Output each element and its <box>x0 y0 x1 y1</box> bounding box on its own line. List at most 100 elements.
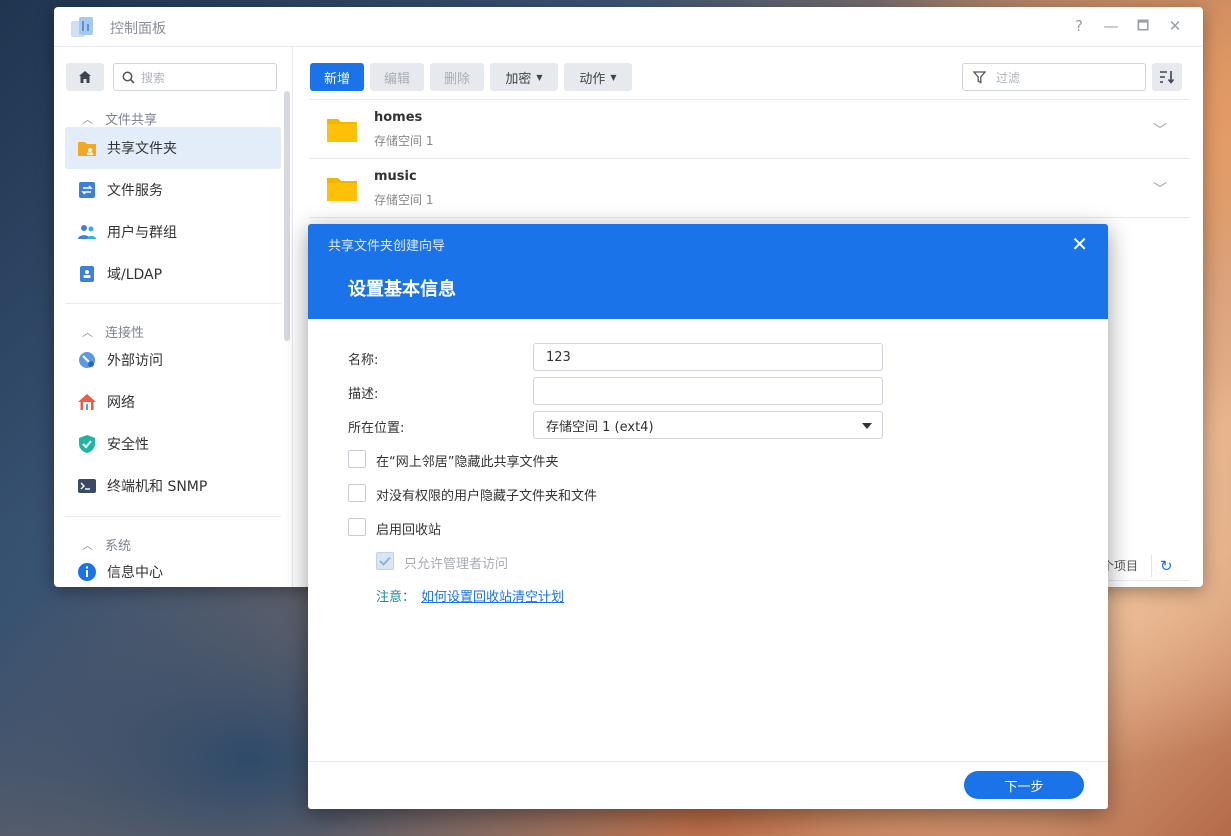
sidebar-item-label: 安全性 <box>107 437 149 453</box>
sort-button[interactable] <box>1152 63 1182 91</box>
chevron-down-icon[interactable]: ﹀ <box>1153 179 1167 199</box>
admin-only-label: 只允许管理者访问 <box>404 557 509 572</box>
location-value: 存储空间 1 (ext4) <box>546 419 654 435</box>
edit-button[interactable]: 编辑 <box>370 63 424 91</box>
recycle-note: 注意： 如何设置回收站清空计划 <box>376 586 564 605</box>
refresh-icon[interactable]: ↻ <box>1160 557 1173 575</box>
help-icon[interactable]: ? <box>1069 17 1089 35</box>
info-icon <box>78 563 96 581</box>
sidebar-item-users-groups[interactable]: 用户与群组 <box>65 211 281 253</box>
recycle-schedule-help-link[interactable]: 如何设置回收站清空计划 <box>421 590 564 605</box>
encrypt-dropdown-button[interactable]: 加密 ▼ <box>490 63 558 91</box>
shared-folder-wizard-dialog: 共享文件夹创建向导 ✕ 设置基本信息 名称: 123 描述: 所在位置: 存储空… <box>308 224 1108 809</box>
section-title: 文件共享 <box>105 113 158 128</box>
network-house-icon <box>78 394 96 410</box>
delete-button[interactable]: 删除 <box>430 63 484 91</box>
folder-location: 存储空间 1 <box>374 193 434 207</box>
sidebar-item-file-services[interactable]: 文件服务 <box>65 169 281 211</box>
sidebar-item-domain-ldap[interactable]: 域/LDAP <box>65 253 281 295</box>
name-field[interactable]: 123 <box>533 343 883 371</box>
encrypt-label: 加密 <box>505 71 532 87</box>
folder-location: 存储空间 1 <box>374 134 434 148</box>
description-label: 描述: <box>348 387 379 402</box>
action-dropdown-button[interactable]: 动作 ▼ <box>564 63 632 91</box>
folder-row[interactable]: music 存储空间 1 ﹀ <box>309 159 1189 217</box>
shared-folder-icon <box>78 142 96 156</box>
home-button[interactable] <box>66 63 104 91</box>
divider <box>65 516 281 517</box>
sidebar: 搜索 ︿ 文件共享 共享文件夹 文件服务 用户与群组 域/LDAP ︿ 连接性 … <box>54 47 293 587</box>
hide-network-checkbox[interactable] <box>348 450 366 468</box>
external-access-icon <box>79 352 95 368</box>
sidebar-item-label: 域/LDAP <box>107 267 163 283</box>
close-icon[interactable]: ✕ <box>1165 17 1185 35</box>
title-bar: 控制面板 ? — 🗖 ✕ <box>54 7 1203 47</box>
terminal-icon <box>78 479 96 493</box>
hide-subfolders-checkbox[interactable] <box>348 484 366 502</box>
enable-recycle-bin-checkbox[interactable] <box>348 518 366 536</box>
wizard-title: 共享文件夹创建向导 <box>328 239 446 254</box>
hide-network-label: 在“网上邻居”隐藏此共享文件夹 <box>376 455 559 470</box>
wizard-header: 共享文件夹创建向导 ✕ 设置基本信息 <box>308 224 1108 319</box>
sidebar-item-external-access[interactable]: 外部访问 <box>65 339 281 381</box>
users-groups-icon <box>78 225 96 239</box>
domain-ldap-icon <box>80 266 94 282</box>
sidebar-item-label: 用户与群组 <box>107 225 177 241</box>
security-shield-icon <box>79 435 95 453</box>
caret-down-icon: ▼ <box>536 72 543 82</box>
folder-name: music <box>374 169 417 184</box>
wizard-step-title: 设置基本信息 <box>348 279 456 300</box>
filter-placeholder: 过滤 <box>996 70 1021 85</box>
chevron-down-icon[interactable]: ﹀ <box>1153 120 1167 140</box>
filter-funnel-icon <box>973 70 986 84</box>
filter-input[interactable]: 过滤 <box>962 63 1146 91</box>
checkmark-icon <box>379 556 391 566</box>
wizard-footer-divider <box>308 761 1108 762</box>
section-header-file-sharing[interactable]: ︿ 文件共享 <box>82 109 158 129</box>
control-panel-app-icon <box>71 17 93 37</box>
search-icon <box>122 71 135 84</box>
sidebar-item-info-center[interactable]: 信息中心 <box>65 551 281 587</box>
hide-subfolders-label: 对没有权限的用户隐藏子文件夹和文件 <box>376 489 598 504</box>
folder-name: homes <box>374 110 423 125</box>
sidebar-item-label: 网络 <box>107 395 135 411</box>
home-icon <box>79 71 91 83</box>
sort-icon <box>1160 71 1175 84</box>
location-select[interactable]: 存储空间 1 (ext4) <box>533 411 883 439</box>
wizard-close-icon[interactable]: ✕ <box>1071 232 1088 256</box>
create-button[interactable]: 新增 <box>310 63 364 91</box>
sidebar-search-input[interactable]: 搜索 <box>113 63 277 91</box>
window-title: 控制面板 <box>110 21 166 37</box>
sidebar-item-label: 信息中心 <box>107 565 163 581</box>
sidebar-scrollbar[interactable] <box>284 91 290 341</box>
sidebar-item-network[interactable]: 网络 <box>65 381 281 423</box>
footer-separator <box>1151 555 1152 577</box>
action-label: 动作 <box>579 71 606 87</box>
sidebar-item-label: 文件服务 <box>107 183 163 199</box>
note-label: 注意： <box>376 590 416 605</box>
sidebar-item-label: 外部访问 <box>107 353 163 369</box>
sidebar-item-label: 终端机和 SNMP <box>107 479 208 495</box>
chevron-up-icon: ︿ <box>82 112 93 126</box>
chevron-up-icon: ︿ <box>82 325 93 339</box>
maximize-icon[interactable]: 🗖 <box>1133 17 1153 39</box>
sidebar-item-security[interactable]: 安全性 <box>65 423 281 465</box>
folder-icon <box>327 178 357 201</box>
dropdown-caret-icon <box>862 423 872 429</box>
name-label: 名称: <box>348 353 379 368</box>
list-divider <box>309 217 1189 218</box>
next-button[interactable]: 下一步 <box>964 771 1084 799</box>
folder-icon <box>327 119 357 142</box>
minimize-icon[interactable]: — <box>1101 17 1121 35</box>
sidebar-item-shared-folder[interactable]: 共享文件夹 <box>65 127 281 169</box>
sidebar-search-placeholder: 搜索 <box>141 70 166 85</box>
enable-recycle-bin-label: 启用回收站 <box>376 523 442 538</box>
divider <box>65 303 281 304</box>
name-value: 123 <box>546 349 571 365</box>
folder-row[interactable]: homes 存储空间 1 ﹀ <box>309 100 1189 158</box>
location-label: 所在位置: <box>348 421 405 436</box>
file-services-icon <box>79 182 95 198</box>
description-field[interactable] <box>533 377 883 405</box>
admin-only-checkbox[interactable] <box>376 552 394 570</box>
sidebar-item-terminal-snmp[interactable]: 终端机和 SNMP <box>65 465 281 507</box>
